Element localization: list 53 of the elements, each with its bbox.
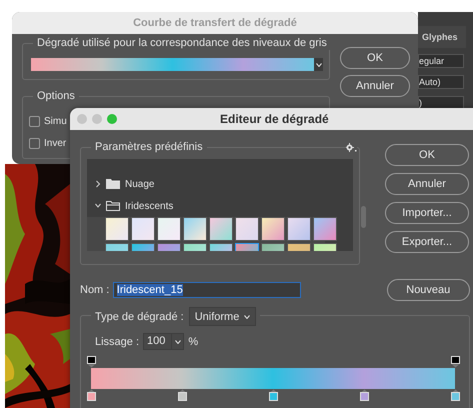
gradient-swatch[interactable]	[183, 217, 207, 241]
chevron-icon	[316, 62, 322, 66]
folder-name[interactable]: Iridescents	[125, 200, 174, 212]
color-stop[interactable]	[360, 389, 369, 401]
ok-button[interactable]: OK	[385, 144, 469, 166]
name-field[interactable]: Iridescent_15	[112, 282, 301, 298]
dialog-title: Courbe de transfert de dégradé	[12, 12, 418, 34]
gradient-swatch[interactable]	[131, 217, 155, 241]
import-button[interactable]: Importer...	[385, 202, 469, 224]
group-legend: Options	[33, 89, 79, 103]
chevron-icon	[244, 314, 250, 318]
cancel-button[interactable]: Annuler	[385, 173, 469, 195]
opacity-stop[interactable]	[451, 356, 460, 368]
type-label: Type de dégradé :	[95, 310, 184, 322]
checkbox-label: Inver	[44, 138, 66, 148]
unit-label: %	[188, 336, 198, 348]
export-button[interactable]: Exporter...	[385, 231, 469, 253]
dropdown[interactable]: Auto)	[418, 75, 464, 89]
ok-button[interactable]: OK	[340, 47, 410, 69]
opacity-stop[interactable]	[87, 356, 96, 368]
folder-icon	[106, 179, 120, 189]
gradient-swatch[interactable]	[157, 217, 181, 241]
folder-name[interactable]: Nuage	[125, 178, 154, 190]
new-button[interactable]: Nouveau	[386, 279, 470, 301]
chevron-right-icon[interactable]	[95, 180, 101, 188]
name-label: Nom :	[80, 284, 110, 296]
group-legend: Paramètres prédéfinis	[91, 140, 207, 154]
chevron-down-icon[interactable]	[95, 202, 101, 210]
gradient-swatch[interactable]	[287, 217, 311, 241]
cancel-button[interactable]: Annuler	[340, 75, 410, 97]
gradient-swatch[interactable]	[261, 217, 285, 241]
checkbox[interactable]	[29, 138, 40, 148]
type-dropdown[interactable]: Uniforme	[188, 307, 256, 326]
scrollbar-thumb[interactable]	[361, 206, 366, 228]
group-legend: Dégradé utilisé pour la correspondance des niveaux de gris	[33, 36, 331, 50]
chevron-icon	[174, 340, 181, 344]
checkbox[interactable]	[29, 116, 40, 126]
dropdown[interactable]: egular	[418, 54, 464, 68]
settings-icon[interactable]	[345, 143, 357, 152]
gradient-swatch[interactable]	[235, 217, 259, 241]
checkbox-label: Simu	[44, 116, 67, 126]
gradient-swatch[interactable]	[105, 217, 129, 241]
color-stop[interactable]	[87, 389, 96, 401]
color-stop[interactable]	[269, 389, 278, 401]
smoothing-field[interactable]: 100	[143, 333, 184, 350]
gradient-swatch[interactable]	[313, 217, 337, 241]
smoothing-label: Lissage :	[95, 336, 140, 348]
panel-tab[interactable]: Glyphes	[418, 26, 466, 48]
color-stop[interactable]	[178, 389, 187, 401]
folder-icon	[106, 201, 120, 211]
color-stop[interactable]	[451, 389, 460, 401]
dialog-title: Editeur de dégradé	[220, 112, 329, 126]
gradient-swatch[interactable]	[209, 217, 233, 241]
